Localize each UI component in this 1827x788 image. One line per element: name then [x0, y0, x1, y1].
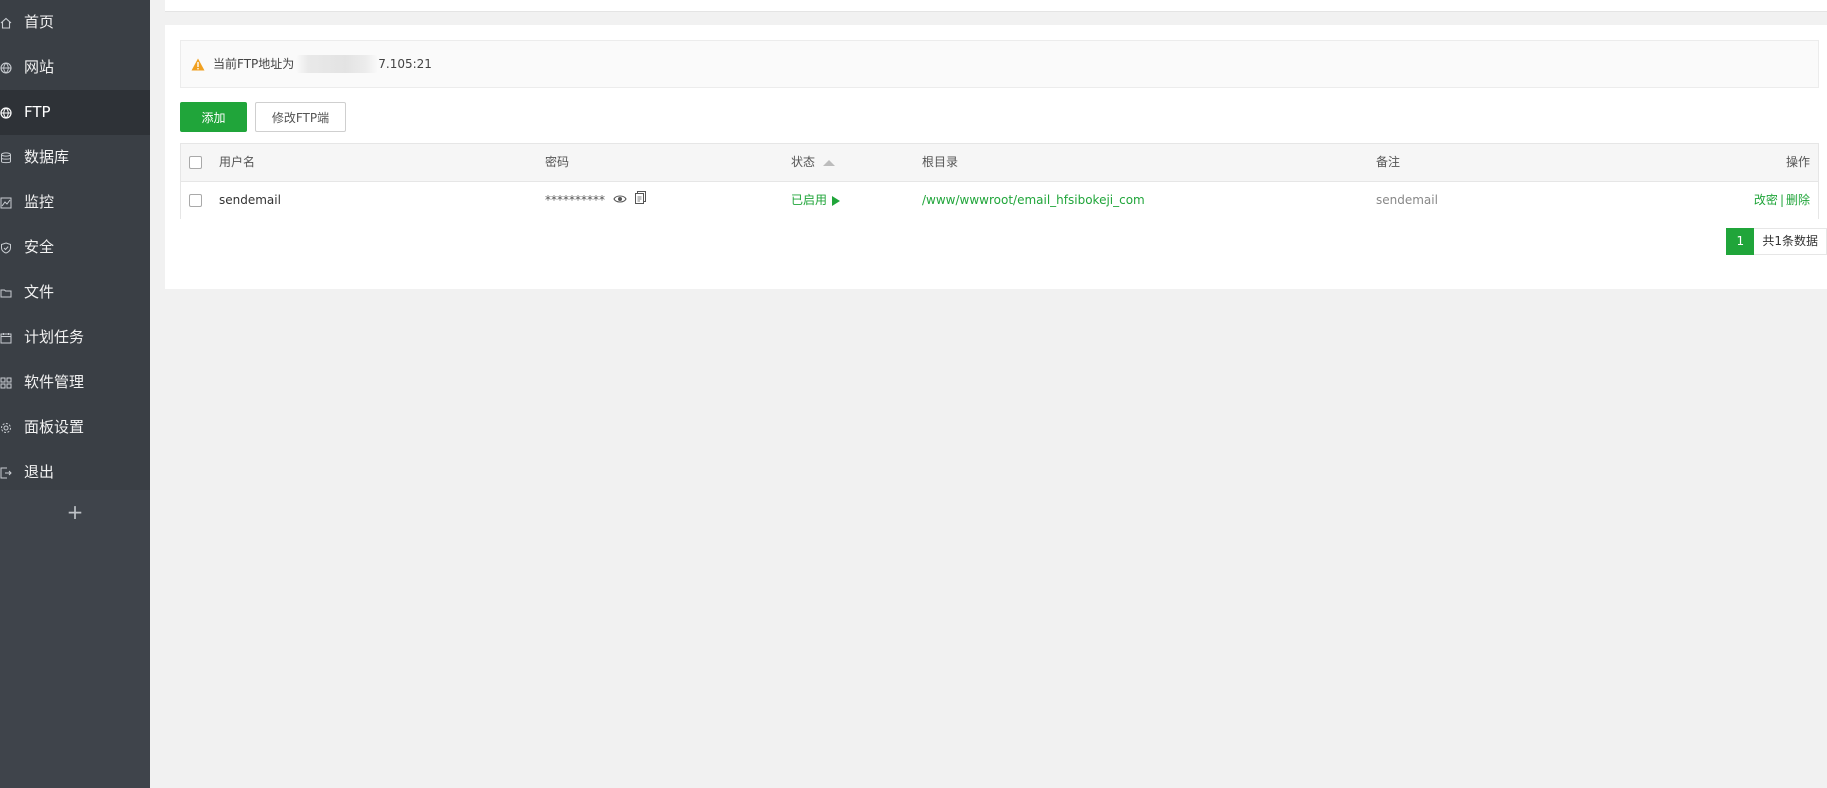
- table-row: sendemail ********** 已启用 /www/wwwroot/em…: [181, 182, 1818, 219]
- ftp-globe-icon: [0, 90, 14, 135]
- action-separator: |: [1779, 193, 1784, 207]
- select-all-checkbox[interactable]: [189, 156, 202, 169]
- ftp-table: 用户名 密码 状态 根目录 备注 操作 sendemail **********…: [180, 143, 1819, 219]
- sidebar-item-cron[interactable]: 计划任务: [0, 315, 150, 360]
- ftp-card: 当前FTP地址为 7.105:21 添加FTP 修改FTP端口 用户名 密码 状态…: [165, 25, 1827, 289]
- modify-port-button[interactable]: 修改FTP端口: [255, 102, 346, 155]
- play-icon: [832, 195, 841, 206]
- sidebar-item-files[interactable]: 文件: [0, 270, 150, 315]
- sidebar-item-label: 监控: [24, 193, 55, 211]
- status-toggle[interactable]: 已启用: [791, 182, 841, 219]
- sidebar: 首页 网站 FTP 数据库 监控 安全 文件 计划任务 软件管理 面板设置 退出…: [0, 0, 150, 788]
- sidebar-item-ftp[interactable]: FTP: [0, 90, 150, 135]
- header-status: 状态: [791, 155, 816, 169]
- root-dir-link[interactable]: /www/wwwroot/email_hfsibokeji_com: [922, 182, 1145, 219]
- sidebar-item-home[interactable]: 首页: [0, 0, 150, 45]
- header-status-sortable[interactable]: 状态: [791, 144, 836, 181]
- sidebar-item-monitor[interactable]: 监控: [0, 180, 150, 225]
- eye-icon[interactable]: [613, 182, 627, 219]
- cell-password: **********: [545, 182, 646, 219]
- gear-icon: [0, 405, 14, 450]
- table-header: 用户名 密码 状态 根目录 备注 操作: [181, 144, 1818, 182]
- logout-icon: [0, 450, 14, 495]
- header-root: 根目录: [922, 155, 959, 169]
- sidebar-item-label: 网站: [24, 58, 55, 76]
- sidebar-item-logout[interactable]: 退出: [0, 450, 150, 495]
- add-ftp-button[interactable]: 添加FTP: [180, 102, 247, 155]
- status-label: 已启用: [791, 193, 828, 207]
- change-password-link[interactable]: 改密: [1754, 193, 1778, 207]
- warning-icon: [191, 57, 205, 71]
- sidebar-item-label: FTP: [24, 103, 51, 121]
- page-current[interactable]: 1: [1726, 228, 1755, 255]
- sidebar-add-button[interactable]: +: [0, 490, 150, 534]
- sidebar-item-label: 软件管理: [24, 373, 85, 391]
- sidebar-item-website[interactable]: 网站: [0, 45, 150, 90]
- page-total-count: 共1条数据: [1754, 228, 1827, 255]
- sidebar-item-database[interactable]: 数据库: [0, 135, 150, 180]
- monitor-icon: [0, 180, 14, 225]
- shield-icon: [0, 225, 14, 270]
- sidebar-item-security[interactable]: 安全: [0, 225, 150, 270]
- sidebar-item-label: 计划任务: [24, 328, 85, 346]
- header-actions: 操作: [1785, 155, 1810, 169]
- sidebar-item-label: 文件: [24, 283, 55, 301]
- notice-prefix: 当前FTP地址为: [213, 56, 295, 71]
- row-checkbox[interactable]: [189, 194, 202, 207]
- top-panel: [165, 0, 1827, 12]
- grid-icon: [0, 360, 14, 405]
- redacted-address: [296, 55, 379, 74]
- delete-link[interactable]: 删除: [1786, 193, 1810, 207]
- database-icon: [0, 135, 14, 180]
- password-masked: **********: [545, 193, 605, 207]
- home-icon: [0, 0, 14, 45]
- pagination: 1 共1条数据: [1726, 228, 1827, 255]
- sidebar-item-label: 安全: [24, 238, 55, 256]
- sidebar-item-software[interactable]: 软件管理: [0, 360, 150, 405]
- sidebar-menu: 首页 网站 FTP 数据库 监控 安全 文件 计划任务 软件管理 面板设置 退出: [0, 0, 150, 490]
- notice-address: 7.105:21: [378, 56, 432, 71]
- sidebar-item-label: 退出: [24, 463, 55, 481]
- sidebar-item-settings[interactable]: 面板设置: [0, 405, 150, 450]
- sidebar-item-label: 首页: [24, 13, 55, 31]
- cell-note[interactable]: sendemail: [1376, 182, 1438, 219]
- sidebar-item-label: 面板设置: [24, 418, 85, 436]
- sidebar-item-label: 数据库: [24, 148, 70, 166]
- folder-icon: [0, 270, 14, 315]
- header-password: 密码: [545, 155, 570, 169]
- calendar-icon: [0, 315, 14, 360]
- header-username: 用户名: [219, 155, 256, 169]
- ftp-address-notice: 当前FTP地址为 7.105:21: [180, 40, 1819, 88]
- header-note: 备注: [1376, 155, 1401, 169]
- row-actions: 改密 | 删除: [1754, 182, 1810, 219]
- globe-icon: [0, 45, 14, 90]
- copy-icon[interactable]: [635, 182, 646, 219]
- sort-asc-icon: [823, 159, 836, 166]
- cell-username: sendemail: [219, 193, 281, 207]
- notice-text: 当前FTP地址为 7.105:21: [213, 55, 432, 74]
